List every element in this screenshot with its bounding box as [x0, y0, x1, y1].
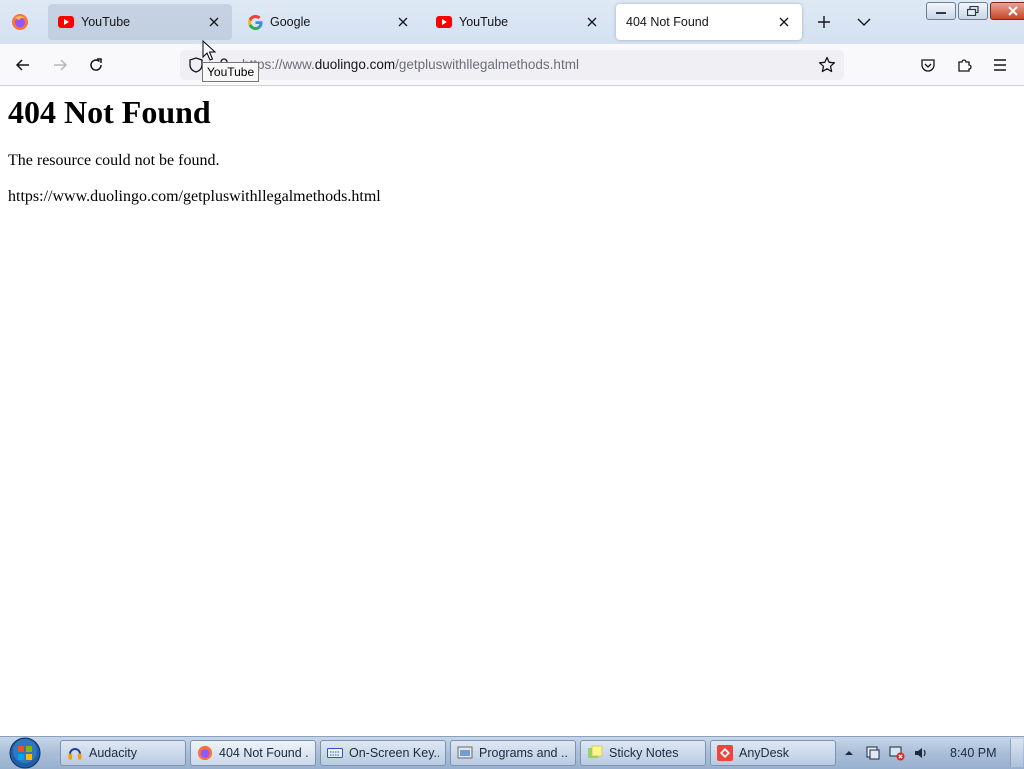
volume-icon[interactable] [912, 744, 930, 762]
bookmark-star-icon[interactable] [818, 56, 836, 74]
close-tab-icon[interactable] [395, 14, 411, 30]
windows-orb-icon [9, 737, 41, 769]
close-window-button[interactable] [990, 2, 1024, 20]
mouse-cursor-icon [202, 40, 216, 61]
url-path: /getpluswithllegalmethods.html [395, 57, 579, 72]
tab-title: Google [270, 15, 311, 29]
tab-youtube-2[interactable]: YouTube [426, 4, 610, 40]
tab-youtube-1[interactable]: YouTube [48, 4, 232, 40]
keyboard-icon [327, 745, 343, 761]
taskbar: Audacity 404 Not Found ... On-Screen Key… [0, 736, 1024, 769]
taskbar-item-programs-and-features[interactable]: Programs and ... [450, 740, 576, 766]
sticky-notes-icon [587, 745, 603, 761]
list-all-tabs-button[interactable] [850, 8, 878, 36]
taskbar-item-audacity[interactable]: Audacity [60, 740, 186, 766]
tab-strip: YouTube Google YouTube 404 Not Found [0, 0, 1024, 44]
taskbar-item-firefox[interactable]: 404 Not Found ... [190, 740, 316, 766]
tab-404-not-found[interactable]: 404 Not Found [616, 4, 802, 40]
youtube-icon [436, 14, 452, 30]
action-center-icon[interactable] [864, 744, 882, 762]
firefox-icon [197, 745, 213, 761]
programs-icon [457, 745, 473, 761]
taskbar-clock[interactable]: 8:40 PM [950, 746, 997, 760]
url-bar[interactable]: https://www.duolingo.com/getpluswithlleg… [180, 50, 844, 80]
hamburger-menu-icon [994, 59, 1006, 71]
taskbar-item-sticky-notes[interactable]: Sticky Notes [580, 740, 706, 766]
reload-icon [90, 58, 102, 71]
taskbar-item-label: 404 Not Found ... [219, 746, 309, 760]
window-controls [924, 2, 1024, 20]
page-title: 404 Not Found [8, 94, 211, 130]
chevron-down-icon [857, 18, 871, 26]
audacity-icon [67, 745, 83, 761]
firefox-icon [12, 14, 28, 30]
page-content: 404 Not Found The resource could not be … [0, 86, 1024, 736]
taskbar-item-label: On-Screen Key... [349, 746, 439, 760]
tab-google[interactable]: Google [237, 4, 421, 40]
new-tab-button[interactable] [810, 8, 838, 36]
taskbar-item-anydesk[interactable]: AnyDesk [710, 740, 836, 766]
close-icon [1008, 6, 1018, 16]
taskbar-item-on-screen-keyboard[interactable]: On-Screen Key... [320, 740, 446, 766]
tab-title: YouTube [459, 15, 509, 29]
tab-tooltip: YouTube [202, 62, 260, 82]
close-tab-icon[interactable] [584, 14, 600, 30]
app-menu-button[interactable] [985, 50, 1015, 80]
requested-url-text: https://www.duolingo.com/getpluswithlleg… [8, 188, 381, 205]
system-tray [840, 737, 936, 769]
puzzle-piece-icon [958, 59, 972, 72]
chevron-up-icon [845, 751, 853, 755]
close-tab-icon[interactable] [776, 14, 792, 30]
reload-button[interactable] [81, 50, 111, 80]
forward-arrow-icon [54, 59, 68, 71]
show-desktop-button[interactable] [1010, 739, 1023, 767]
taskbar-item-label: Programs and ... [479, 746, 569, 760]
restore-button[interactable] [958, 2, 988, 20]
tab-title: 404 Not Found [626, 15, 709, 29]
network-warning-icon[interactable] [888, 744, 906, 762]
error-message: The resource could not be found. [8, 152, 220, 169]
minimize-icon [936, 12, 946, 14]
navigation-toolbar: https://www.duolingo.com/getpluswithlleg… [0, 44, 1024, 86]
taskbar-item-label: Sticky Notes [609, 746, 679, 760]
pocket-icon [921, 59, 935, 72]
url-domain: duolingo.com [314, 57, 396, 72]
taskbar-item-label: AnyDesk [739, 746, 790, 760]
close-tab-icon[interactable] [206, 14, 222, 30]
minimize-button[interactable] [926, 2, 956, 20]
anydesk-icon [717, 745, 733, 761]
start-button[interactable] [6, 737, 44, 769]
pocket-button[interactable] [913, 50, 943, 80]
taskbar-item-label: Audacity [89, 746, 137, 760]
google-icon [247, 14, 263, 30]
url-text[interactable]: https://www.duolingo.com/getpluswithlleg… [242, 57, 579, 72]
show-hidden-icons-button[interactable] [840, 744, 858, 762]
back-arrow-icon [15, 59, 29, 71]
youtube-icon [58, 14, 74, 30]
back-button[interactable] [8, 50, 38, 80]
restore-icon [967, 6, 979, 16]
tab-title: YouTube [81, 15, 131, 29]
extensions-button[interactable] [949, 50, 979, 80]
plus-icon [818, 16, 830, 28]
forward-button[interactable] [45, 50, 75, 80]
firefox-view-button[interactable] [0, 4, 40, 40]
